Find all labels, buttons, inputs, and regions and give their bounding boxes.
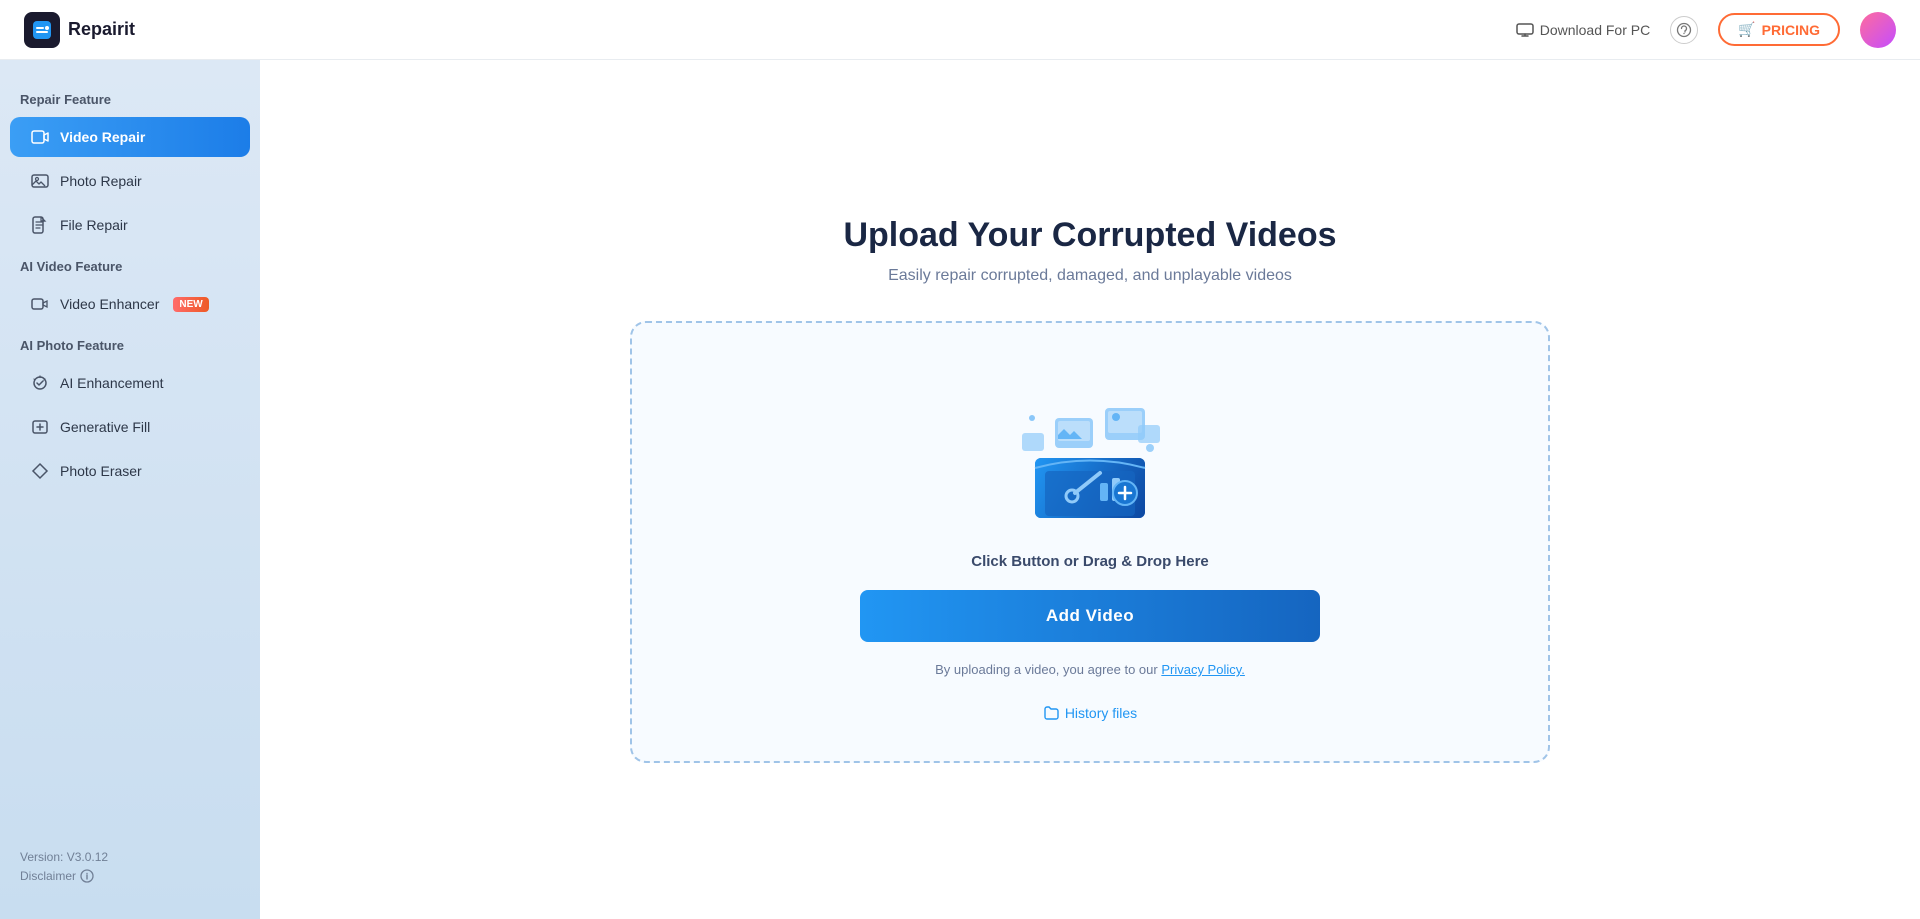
history-files-label: History files bbox=[1065, 705, 1137, 721]
main-layout: Repair Feature Video Repair Photo Repair bbox=[0, 60, 1920, 919]
sidebar-footer: Version: V3.0.12 Disclaimer bbox=[0, 831, 260, 899]
history-files-link[interactable]: History files bbox=[1043, 705, 1137, 721]
sidebar-item-label: Video Enhancer bbox=[60, 296, 159, 312]
sidebar-item-photo-eraser[interactable]: Photo Eraser bbox=[10, 451, 250, 491]
help-button[interactable] bbox=[1670, 16, 1698, 44]
video-enhancer-icon bbox=[30, 294, 50, 314]
sidebar-item-label: Photo Eraser bbox=[60, 463, 142, 479]
download-pc-label: Download For PC bbox=[1540, 22, 1651, 38]
upload-hint: Click Button or Drag & Drop Here bbox=[971, 553, 1209, 570]
sidebar-item-label: AI Enhancement bbox=[60, 375, 164, 391]
privacy-policy-link[interactable]: Privacy Policy. bbox=[1161, 662, 1245, 677]
sidebar-item-file-repair[interactable]: File Repair bbox=[10, 205, 250, 245]
upload-area[interactable]: Click Button or Drag & Drop Here Add Vid… bbox=[630, 321, 1550, 763]
pricing-button[interactable]: 🛒 PRICING bbox=[1718, 13, 1840, 46]
ai-photo-feature-label: AI Photo Feature bbox=[0, 330, 260, 361]
sidebar-item-ai-enhancement[interactable]: AI Enhancement bbox=[10, 363, 250, 403]
ai-enhancement-icon bbox=[30, 373, 50, 393]
version-text: Version: V3.0.12 bbox=[20, 847, 240, 869]
disclaimer-link[interactable]: Disclaimer bbox=[20, 869, 240, 883]
sidebar-item-label: Generative Fill bbox=[60, 419, 150, 435]
logo-icon bbox=[24, 12, 60, 48]
download-pc-button[interactable]: Download For PC bbox=[1516, 22, 1651, 38]
logo: Repairit bbox=[24, 12, 135, 48]
generative-fill-icon bbox=[30, 417, 50, 437]
main-content: Upload Your Corrupted Videos Easily repa… bbox=[260, 60, 1920, 919]
privacy-prefix: By uploading a video, you agree to our bbox=[935, 662, 1161, 677]
photo-eraser-icon bbox=[30, 461, 50, 481]
info-icon bbox=[80, 869, 94, 883]
repair-feature-label: Repair Feature bbox=[0, 84, 260, 115]
user-avatar[interactable] bbox=[1860, 12, 1896, 48]
page-subtitle: Easily repair corrupted, damaged, and un… bbox=[888, 267, 1292, 285]
add-video-button[interactable]: Add Video bbox=[860, 590, 1320, 642]
disclaimer-text: Disclaimer bbox=[20, 869, 76, 883]
upload-illustration bbox=[1000, 373, 1180, 533]
ai-video-feature-label: AI Video Feature bbox=[0, 251, 260, 282]
monitor-icon bbox=[1516, 23, 1534, 37]
sidebar: Repair Feature Video Repair Photo Repair bbox=[0, 60, 260, 919]
file-repair-icon bbox=[30, 215, 50, 235]
logo-text: Repairit bbox=[68, 19, 135, 40]
sidebar-item-label: Video Repair bbox=[60, 129, 145, 145]
header: Repairit Download For PC 🛒 PRICING bbox=[0, 0, 1920, 60]
photo-repair-icon bbox=[30, 171, 50, 191]
headset-icon bbox=[1676, 22, 1692, 38]
sidebar-item-video-repair[interactable]: Video Repair bbox=[10, 117, 250, 157]
sidebar-item-video-enhancer[interactable]: Video Enhancer NEW bbox=[10, 284, 250, 324]
header-right: Download For PC 🛒 PRICING bbox=[1516, 12, 1896, 48]
pricing-label: PRICING bbox=[1762, 22, 1820, 38]
new-badge: NEW bbox=[173, 297, 208, 312]
sidebar-item-photo-repair[interactable]: Photo Repair bbox=[10, 161, 250, 201]
video-repair-icon bbox=[30, 127, 50, 147]
sidebar-item-label: File Repair bbox=[60, 217, 128, 233]
folder-icon bbox=[1043, 705, 1059, 721]
page-title: Upload Your Corrupted Videos bbox=[843, 216, 1336, 255]
pricing-cart-icon: 🛒 bbox=[1738, 21, 1755, 38]
sidebar-item-label: Photo Repair bbox=[60, 173, 142, 189]
sidebar-item-generative-fill[interactable]: Generative Fill bbox=[10, 407, 250, 447]
privacy-text: By uploading a video, you agree to our P… bbox=[935, 662, 1245, 677]
